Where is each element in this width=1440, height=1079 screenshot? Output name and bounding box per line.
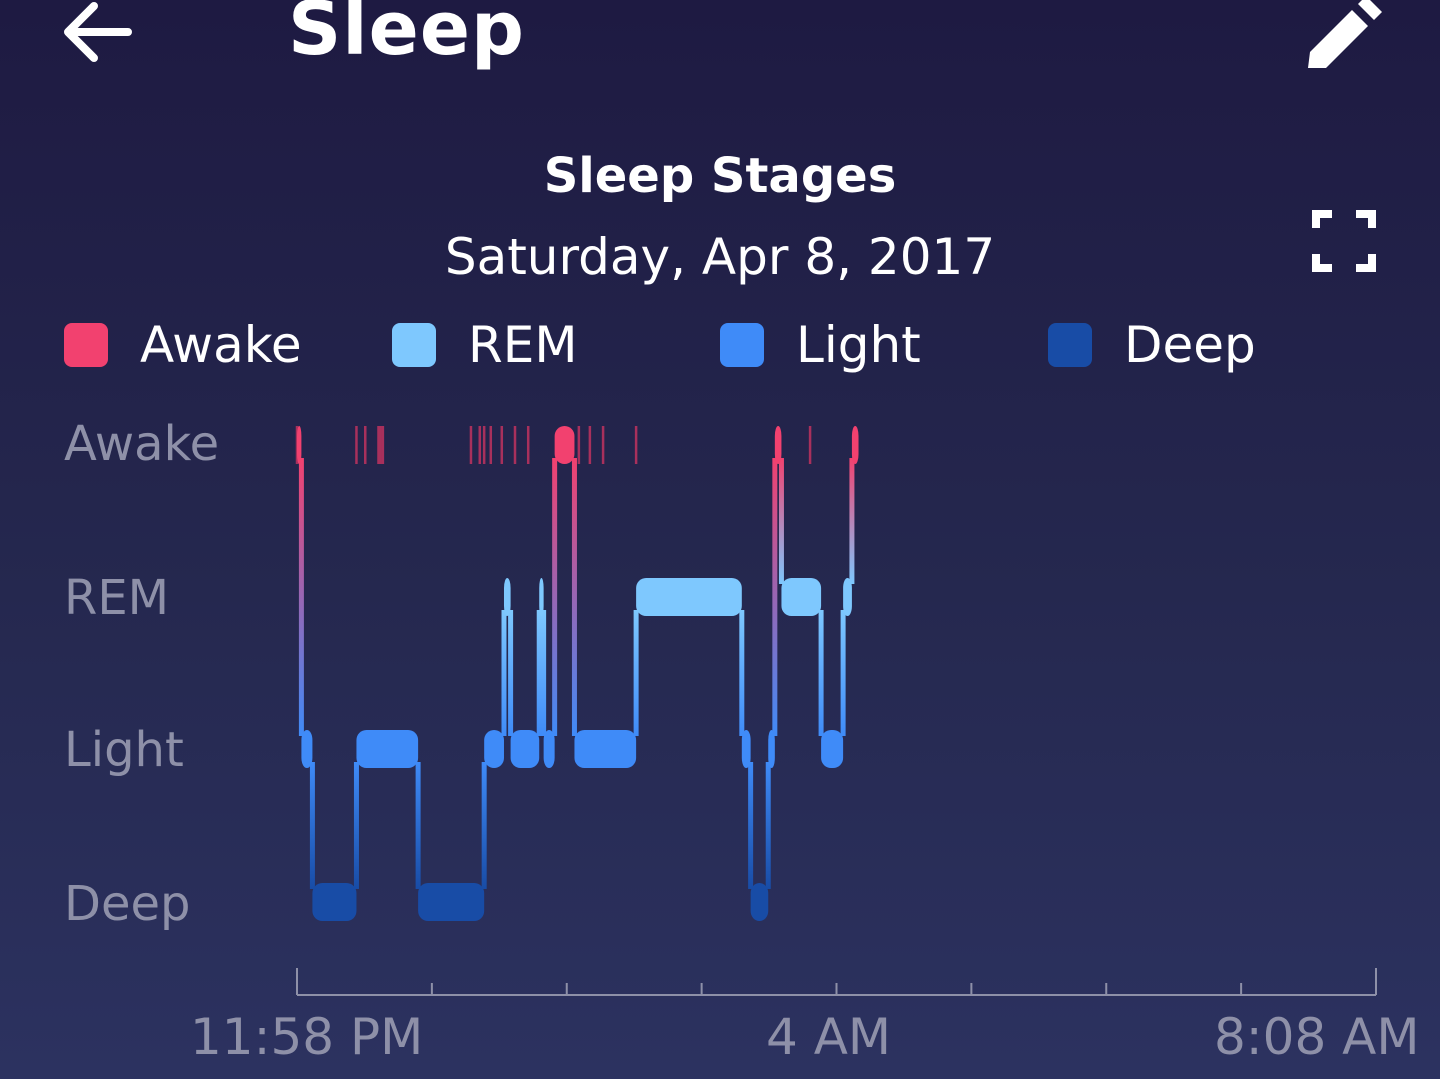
stage-connector	[778, 458, 784, 584]
segment-awake	[554, 426, 575, 464]
stage-connector	[633, 610, 639, 736]
stage-connector	[840, 610, 846, 736]
stage-connector	[772, 458, 778, 736]
stage-connector	[739, 610, 745, 736]
stage-connector	[818, 610, 824, 736]
segment-light	[574, 730, 637, 768]
segment-rem	[636, 578, 742, 616]
segment-rem	[503, 578, 511, 616]
sleep-stages-chart	[295, 426, 1377, 996]
stage-connector	[849, 458, 855, 584]
stage-connector	[501, 610, 507, 736]
stage-connector	[536, 610, 542, 736]
stage-connector	[508, 610, 514, 736]
stage-connector	[298, 458, 304, 736]
segment-awake	[774, 426, 782, 464]
stage-connector	[541, 610, 547, 736]
stage-connector	[415, 762, 421, 889]
stage-connector	[765, 762, 771, 889]
segment-awake	[297, 426, 302, 464]
stage-connector	[552, 458, 558, 736]
segment-rem	[781, 578, 822, 616]
segment-deep	[750, 883, 769, 921]
segment-rem	[843, 578, 852, 616]
segment-light	[484, 730, 504, 768]
segment-light	[768, 730, 775, 768]
stage-connector	[353, 762, 359, 889]
segment-awake	[851, 426, 859, 464]
segment-light	[356, 730, 419, 768]
segment-deep	[418, 883, 485, 921]
stage-connector	[748, 762, 754, 889]
segment-rem	[539, 578, 544, 616]
x-label-mid: 4 AM	[766, 1008, 892, 1066]
segment-light	[821, 730, 844, 768]
x-label-start: 11:58 PM	[190, 1008, 424, 1066]
segment-light	[510, 730, 540, 768]
segment-light	[301, 730, 313, 768]
x-label-end: 8:08 AM	[1214, 1008, 1420, 1066]
stage-connector	[571, 458, 577, 736]
stage-connector	[309, 762, 315, 889]
segment-light	[741, 730, 751, 768]
stage-connector	[481, 762, 487, 889]
segment-deep	[312, 883, 357, 921]
segment-light	[543, 730, 555, 768]
